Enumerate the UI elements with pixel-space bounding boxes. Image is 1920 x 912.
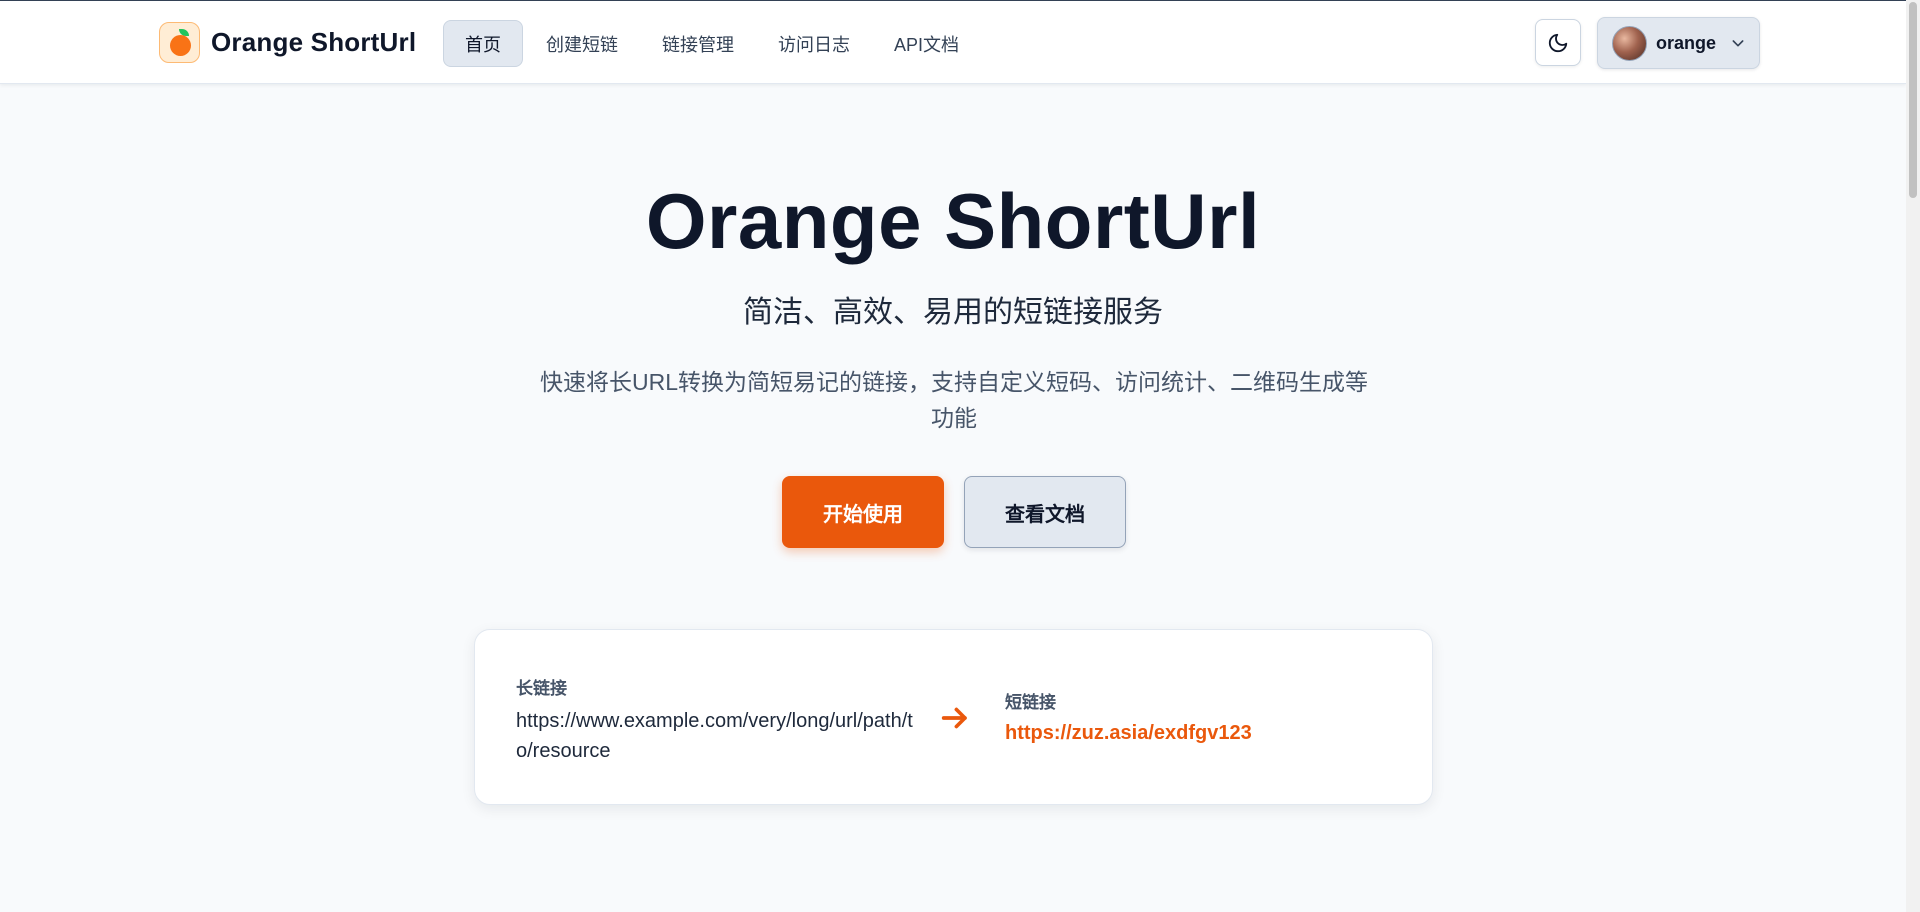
brand-name: Orange ShortUrl (211, 27, 417, 57)
short-url-label: 短链接 (1005, 693, 1056, 712)
hero-title: Orange ShortUrl (645, 177, 1261, 265)
view-docs-button[interactable]: 查看文档 (964, 476, 1126, 548)
hero-subtitle: 简洁、高效、易用的短链接服务 (743, 296, 1163, 329)
get-started-button[interactable]: 开始使用 (782, 476, 944, 548)
moon-icon (1548, 33, 1568, 52)
theme-toggle-button[interactable] (1535, 19, 1581, 66)
main-nav: 首页 创建短链 链接管理 访问日志 API文档 (443, 20, 982, 67)
chevron-down-icon (1730, 35, 1746, 51)
arrow-right-icon (941, 707, 967, 729)
long-url-value: https://www.example.com/very/long/url/pa… (516, 710, 913, 762)
short-url-link[interactable]: https://zuz.asia/exdfgv123 (1005, 722, 1252, 745)
user-name: orange (1656, 32, 1717, 53)
nav-item-create-link[interactable]: 创建短链 (525, 20, 639, 67)
nav-item-access-logs[interactable]: 访问日志 (757, 20, 871, 67)
long-url-label: 长链接 (516, 679, 567, 698)
user-menu-button[interactable]: orange (1597, 17, 1760, 69)
top-navbar: Orange ShortUrl 首页 创建短链 链接管理 访问日志 API文档 … (0, 0, 1906, 84)
nav-item-api-docs[interactable]: API文档 (873, 20, 980, 67)
scrollbar-thumb[interactable] (1909, 2, 1917, 198)
orange-fruit-icon (159, 22, 200, 63)
brand[interactable]: Orange ShortUrl (159, 22, 416, 63)
hero-description: 快速将长URL转换为简短易记的链接，支持自定义短码、访问统计、二维码生成等功能 (539, 369, 1368, 431)
nav-item-link-management[interactable]: 链接管理 (641, 20, 755, 67)
avatar (1612, 25, 1647, 61)
nav-item-home[interactable]: 首页 (443, 20, 523, 67)
url-demo-card: 长链接 https://www.example.com/very/long/ur… (474, 629, 1433, 805)
